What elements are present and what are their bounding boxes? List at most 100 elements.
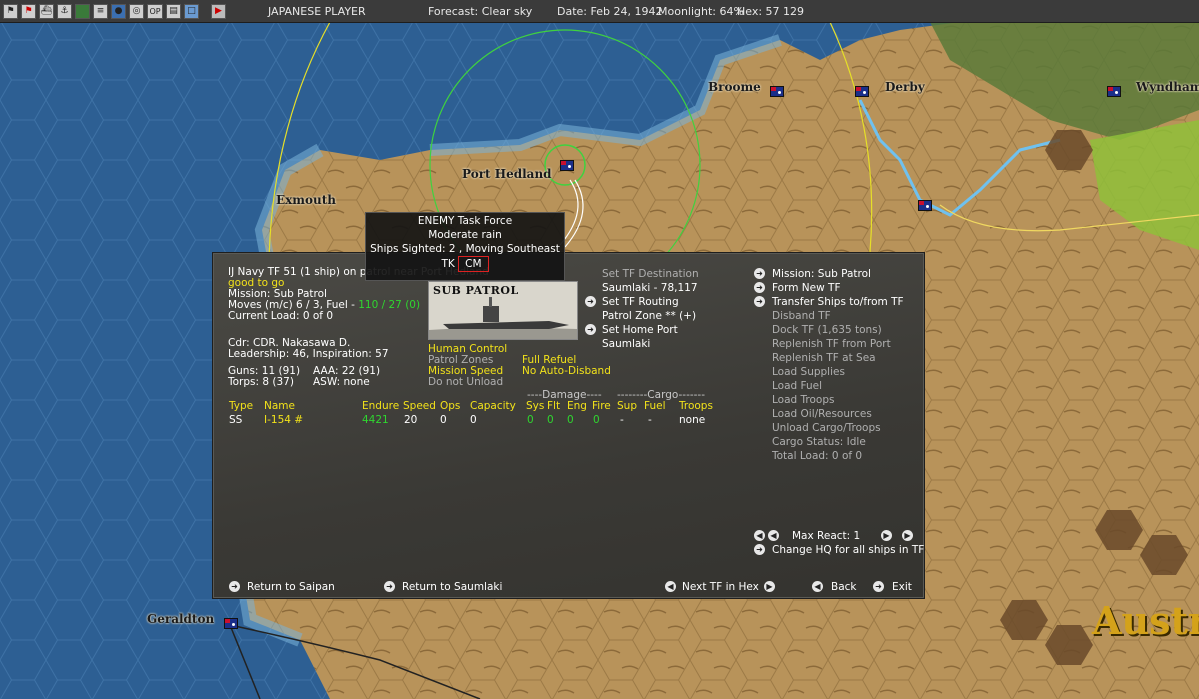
tooltip-type-box: CM	[458, 256, 489, 272]
exit-button[interactable]: Exit	[892, 580, 912, 594]
change-hq-item[interactable]: Change HQ for all ships in TF	[772, 543, 924, 557]
return-saipan-arrow-icon[interactable]: ➜	[229, 581, 240, 592]
cell-sys: 0	[527, 414, 534, 426]
cell-sup: -	[620, 414, 624, 426]
base-flag-icon[interactable]	[560, 160, 574, 171]
fuel-value: 110 / 27 (0)	[358, 299, 421, 311]
top-toolbar: ⚑ ⚑ ⛴ ⚓ ≡ ● ◎ OP ▤ □ ▶ JAPANESE PLAYER F…	[0, 0, 1199, 23]
dock-tf-item[interactable]: Dock TF (1,635 tons)	[772, 323, 882, 337]
set-routing-arrow-icon[interactable]: ➜	[585, 296, 596, 307]
city-label: Geraldton	[147, 612, 215, 626]
op-icon[interactable]: OP	[147, 3, 163, 19]
unload-cargo-item[interactable]: Unload Cargo/Troops	[772, 421, 881, 435]
moonlight-label: Moonlight: 64%	[658, 5, 744, 18]
do-not-unload-toggle[interactable]: Do not Unload	[428, 375, 503, 389]
disband-tf-item[interactable]: Disband TF	[772, 309, 831, 323]
tooltip-title: ENEMY Task Force	[417, 215, 513, 227]
cargo-status-label: Cargo Status: Idle	[772, 436, 866, 448]
form-new-tf-arrow-icon[interactable]: ➜	[754, 282, 765, 293]
load-supplies-item[interactable]: Load Supplies	[772, 365, 845, 379]
asw-label: ASW: none	[313, 376, 370, 388]
city-label: Derby	[885, 80, 925, 94]
change-hq-arrow-icon[interactable]: ➜	[754, 544, 765, 555]
react-next-icon[interactable]: ▶	[881, 530, 892, 541]
form-new-tf-item[interactable]: Form New TF	[772, 281, 840, 295]
react-first-icon[interactable]: ◀	[754, 530, 765, 541]
task-force-panel: IJ Navy TF 51 (1 ship) on patrol near Po…	[212, 252, 925, 599]
return-saumlaki-arrow-icon[interactable]: ➜	[384, 581, 395, 592]
ship-icon[interactable]: ⛴	[39, 3, 54, 19]
window-icon[interactable]: □	[184, 3, 199, 19]
cell-name[interactable]: I-154 #	[264, 413, 303, 427]
cell-fuel: -	[648, 414, 652, 426]
back-arrow-icon[interactable]: ◀	[812, 581, 823, 592]
globe-icon[interactable]: ●	[111, 3, 126, 19]
tf-current-load: Current Load: 0 of 0	[228, 310, 333, 322]
city-label: Port Hedland	[462, 167, 552, 181]
flag-icon[interactable]: ⚑	[3, 3, 18, 19]
next-tf-icon[interactable]: ▶	[764, 581, 775, 592]
report-icon[interactable]: ▤	[166, 3, 181, 19]
leadership-label: Leadership: 46, Inspiration: 57	[228, 348, 389, 360]
cell-eng: 0	[567, 414, 574, 426]
set-home-port[interactable]: Set Home Port	[602, 323, 678, 337]
set-home-port-arrow-icon[interactable]: ➜	[585, 324, 596, 335]
play-icon[interactable]: ▶	[211, 3, 226, 19]
patrol-zone[interactable]: Patrol Zone ** (+)	[602, 309, 696, 323]
transfer-ships-item[interactable]: Transfer Ships to/from TF	[772, 295, 904, 309]
exit-arrow-icon[interactable]: ➜	[873, 581, 884, 592]
col-fire: Fire	[592, 400, 611, 412]
city-label: Wyndham	[1136, 80, 1199, 94]
set-tf-destination[interactable]: Set TF Destination	[602, 267, 699, 281]
col-name: Name	[264, 400, 295, 412]
replenish-sea-item[interactable]: Replenish TF at Sea	[772, 351, 876, 365]
load-troops-item[interactable]: Load Troops	[772, 393, 834, 407]
base-flag-icon[interactable]	[855, 86, 869, 97]
list-icon[interactable]: ≡	[93, 3, 108, 19]
return-saipan-button[interactable]: Return to Saipan	[247, 580, 335, 594]
back-button[interactable]: Back	[831, 580, 857, 594]
base-flag-icon[interactable]	[918, 200, 932, 211]
cell-fire: 0	[593, 414, 600, 426]
return-saumlaki-button[interactable]: Return to Saumlaki	[402, 580, 502, 594]
submarine-image	[429, 297, 577, 339]
region-label: Austra	[1092, 598, 1199, 643]
mission-menu-item[interactable]: Mission: Sub Patrol	[772, 267, 871, 281]
replenish-port-item[interactable]: Replenish TF from Port	[772, 337, 891, 351]
city-label: Exmouth	[276, 193, 336, 207]
react-prev-icon[interactable]: ◀	[768, 530, 779, 541]
base-flag-icon[interactable]	[224, 618, 238, 629]
torps-label: Torps: 8 (37)	[228, 376, 294, 388]
max-react-label: Max React: 1	[792, 530, 861, 542]
mission-arrow-icon[interactable]: ➜	[754, 268, 765, 279]
prev-tf-icon[interactable]: ◀	[665, 581, 676, 592]
player-label: JAPANESE PLAYER	[268, 5, 366, 18]
cell-ops: 0	[440, 414, 447, 426]
col-speed: Speed	[403, 400, 436, 412]
col-endure: Endure	[362, 400, 400, 412]
target-icon[interactable]: ◎	[129, 3, 144, 19]
col-sys: Sys	[526, 400, 545, 412]
unit-icon[interactable]	[75, 3, 90, 19]
tooltip-sighting: Ships Sighted: 2 , Moving Southeast	[370, 243, 560, 255]
hex-label: Hex: 57 129	[737, 5, 805, 18]
load-fuel-item[interactable]: Load Fuel	[772, 379, 822, 393]
base-flag-icon[interactable]	[770, 86, 784, 97]
col-capacity: Capacity	[470, 400, 516, 412]
next-tf-button[interactable]: Next TF in Hex	[682, 580, 759, 594]
transfer-ships-arrow-icon[interactable]: ➜	[754, 296, 765, 307]
flag-red-icon[interactable]: ⚑	[21, 3, 36, 19]
col-eng: Eng	[567, 400, 587, 412]
city-label: Broome	[708, 80, 761, 94]
base-flag-icon[interactable]	[1107, 86, 1121, 97]
destination-value: Saumlaki - 78,117	[602, 282, 698, 294]
cell-type: SS	[229, 414, 243, 426]
anchor-icon[interactable]: ⚓	[57, 3, 72, 19]
total-load-label: Total Load: 0 of 0	[772, 450, 863, 462]
enemy-tf-tooltip: ENEMY Task Force Moderate rain Ships Sig…	[365, 212, 565, 281]
set-tf-routing[interactable]: Set TF Routing	[602, 295, 679, 309]
home-port-value: Saumlaki	[602, 338, 651, 350]
no-auto-disband-toggle[interactable]: No Auto-Disband	[522, 364, 611, 378]
load-oil-item[interactable]: Load Oil/Resources	[772, 407, 872, 421]
react-last-icon[interactable]: ▶	[902, 530, 913, 541]
